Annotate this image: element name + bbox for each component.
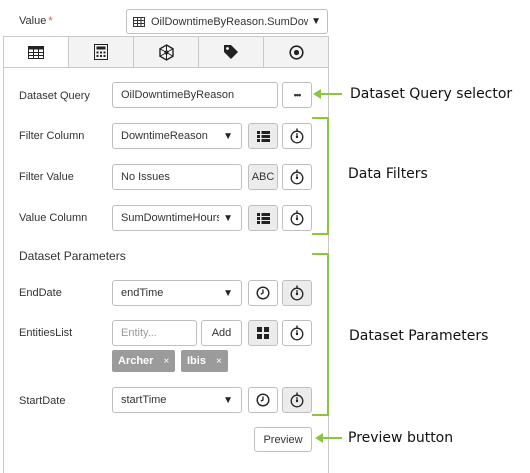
stopwatch-icon xyxy=(290,392,304,408)
tag-icon xyxy=(224,45,238,59)
stopwatch-icon xyxy=(290,325,304,341)
filter-value-text-mode-button[interactable]: ABC xyxy=(248,164,278,190)
chevron-down-icon: ▼ xyxy=(223,212,233,224)
start-date-clock-button[interactable] xyxy=(248,387,278,413)
value-column-list-button[interactable] xyxy=(248,205,278,231)
tab-tags[interactable] xyxy=(199,37,264,67)
entities-list-input[interactable]: Entity... xyxy=(112,320,197,346)
entity-chip: Archer × xyxy=(112,350,176,372)
entity-chip-label: Ibis xyxy=(187,355,206,367)
filter-value-variable-button[interactable] xyxy=(282,164,312,190)
dataset-query-value: OilDowntimeByReason xyxy=(121,89,235,101)
filter-value-label: Filter Value xyxy=(19,171,74,183)
annotation-dataset-parameters: Dataset Parameters xyxy=(349,328,489,344)
calculator-icon xyxy=(94,44,108,60)
chevron-down-icon: ▼ xyxy=(311,16,321,27)
entity-chip: Ibis × xyxy=(181,350,228,372)
start-date-select[interactable]: startTime ▼ xyxy=(112,387,242,413)
entities-list-placeholder: Entity... xyxy=(121,327,157,339)
value-column-variable-button[interactable] xyxy=(282,205,312,231)
chevron-down-icon: ▼ xyxy=(223,287,233,299)
annotation-preview-button: Preview button xyxy=(348,430,454,446)
stopwatch-icon xyxy=(290,285,304,301)
tab-calculation[interactable] xyxy=(69,37,134,67)
list-icon xyxy=(256,212,270,224)
filter-column-label: Filter Column xyxy=(19,130,85,142)
dataset-query-selector-button[interactable]: ••• xyxy=(282,82,312,108)
clock-icon xyxy=(256,286,270,300)
annotation-dataset-query-selector: Dataset Query selector xyxy=(350,86,513,102)
chip-remove-icon[interactable]: × xyxy=(163,356,169,367)
value-label-text: Value xyxy=(19,15,47,27)
chip-remove-icon[interactable]: × xyxy=(216,356,222,367)
end-date-clock-button[interactable] xyxy=(248,280,278,306)
filter-value-input[interactable]: No Issues xyxy=(112,164,242,190)
entity-chip-label: Archer xyxy=(118,355,154,367)
filter-column-value: DowntimeReason xyxy=(121,130,208,142)
end-date-select[interactable]: endTime ▼ xyxy=(112,280,242,306)
chevron-down-icon: ▼ xyxy=(223,130,233,142)
entities-add-label: Add xyxy=(211,327,232,339)
preview-button[interactable]: Preview xyxy=(254,427,312,452)
entities-list-label: EntitiesList xyxy=(19,327,73,339)
value-column-value: SumDowntimeHours xyxy=(121,212,220,224)
clock-icon xyxy=(256,393,270,407)
dataset-parameters-title: Dataset Parameters xyxy=(19,249,126,263)
value-label: Value * xyxy=(19,15,53,27)
entities-variable-button[interactable] xyxy=(282,320,312,346)
chevron-down-icon: ▼ xyxy=(223,394,233,406)
table-icon xyxy=(133,16,145,27)
entities-add-button[interactable]: Add xyxy=(201,320,242,346)
end-date-value: endTime xyxy=(121,287,164,299)
end-date-variable-button[interactable] xyxy=(282,280,312,306)
table-icon xyxy=(28,45,44,59)
stopwatch-icon xyxy=(290,210,304,226)
panel-tabs xyxy=(4,37,328,68)
value-select-text: OilDowntimeByReason.SumDowntimeHours xyxy=(151,15,308,28)
grid-icon xyxy=(257,327,269,339)
hexagon-network-icon xyxy=(158,43,174,61)
annotation-data-filters: Data Filters xyxy=(348,166,428,182)
start-date-value: startTime xyxy=(121,394,167,406)
text-mode-label: ABC xyxy=(251,171,275,183)
end-date-label: EndDate xyxy=(19,287,62,299)
tab-dataset[interactable] xyxy=(4,37,69,67)
filter-column-list-button[interactable] xyxy=(248,123,278,149)
settings-panel: Dataset Query OilDowntimeByReason ••• Fi… xyxy=(3,36,329,473)
value-column-select[interactable]: SumDowntimeHours ▼ xyxy=(112,205,242,231)
entities-grid-button[interactable] xyxy=(248,320,278,346)
filter-column-select[interactable]: DowntimeReason ▼ xyxy=(112,123,242,149)
list-icon xyxy=(256,130,270,142)
stopwatch-icon xyxy=(290,128,304,144)
value-select[interactable]: OilDowntimeByReason.SumDowntimeHours ▼ xyxy=(126,9,328,34)
tab-network[interactable] xyxy=(134,37,199,67)
tab-target[interactable] xyxy=(264,37,328,67)
stopwatch-icon xyxy=(290,169,304,185)
dataset-query-field[interactable]: OilDowntimeByReason xyxy=(112,82,278,108)
target-circle-icon xyxy=(288,44,304,60)
more-icon: ••• xyxy=(293,90,302,100)
filter-column-variable-button[interactable] xyxy=(282,123,312,149)
value-column-label: Value Column xyxy=(19,212,88,224)
dataset-query-label: Dataset Query xyxy=(19,90,90,102)
start-date-variable-button[interactable] xyxy=(282,387,312,413)
required-mark: * xyxy=(48,15,53,27)
preview-label: Preview xyxy=(263,433,303,446)
start-date-label: StartDate xyxy=(19,395,66,407)
filter-value-text: No Issues xyxy=(121,171,170,183)
